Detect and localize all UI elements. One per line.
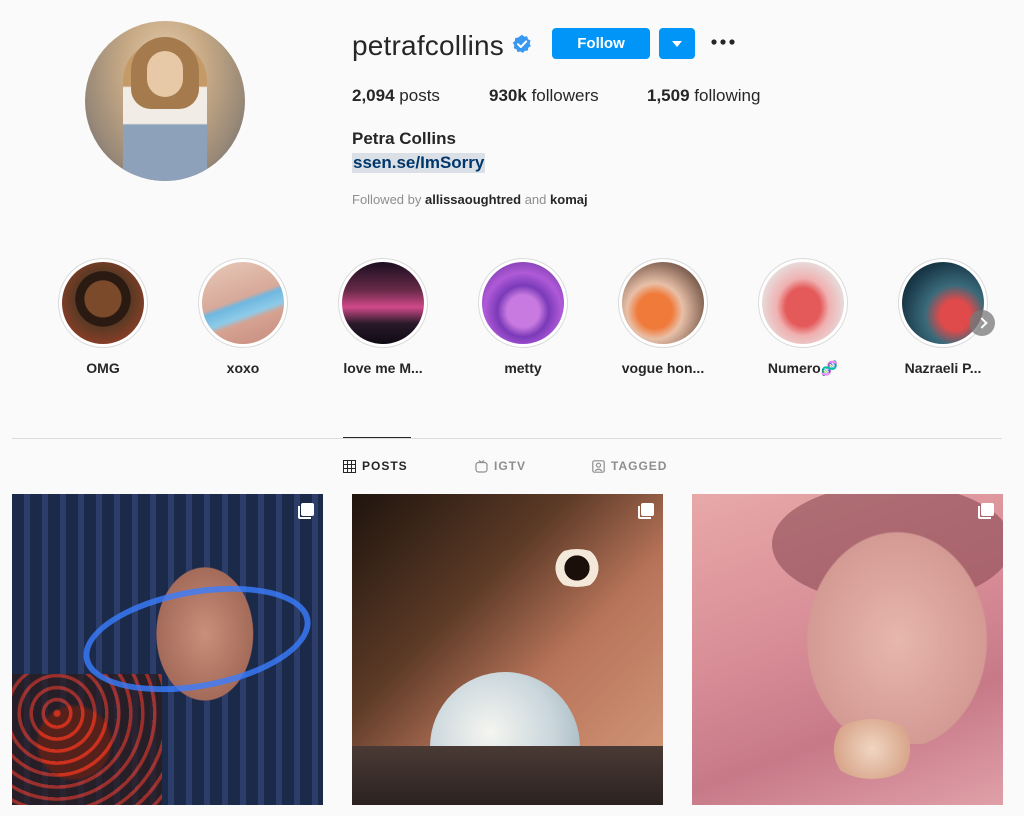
- highlight-cover: [482, 262, 564, 344]
- highlight-love-me[interactable]: love me M...: [323, 258, 443, 376]
- followers-count: 930k: [489, 86, 527, 105]
- highlight-label: metty: [504, 360, 542, 376]
- tab-igtv[interactable]: IGTV: [475, 459, 526, 473]
- following-stat[interactable]: 1,509 following: [647, 86, 760, 106]
- highlight-ring: [198, 258, 288, 348]
- profile-full-name: Petra Collins: [352, 129, 456, 148]
- story-highlights: OMG xoxo love me M... metty vogue hon...…: [0, 258, 1024, 388]
- tab-posts-label: POSTS: [362, 459, 408, 473]
- highlight-cover: [202, 262, 284, 344]
- follow-button[interactable]: Follow: [552, 28, 650, 59]
- highlight-metty[interactable]: metty: [463, 258, 583, 376]
- followers-stat[interactable]: 930k followers: [489, 86, 599, 106]
- tab-tagged[interactable]: TAGGED: [592, 459, 667, 473]
- tab-posts[interactable]: POSTS: [343, 459, 408, 473]
- highlight-cover: [622, 262, 704, 344]
- igtv-icon: [475, 459, 488, 473]
- followed-by-user-2[interactable]: komaj: [550, 192, 588, 207]
- highlight-label: vogue hon...: [621, 360, 705, 376]
- highlight-xoxo[interactable]: xoxo: [183, 258, 303, 376]
- highlight-ring: [58, 258, 148, 348]
- tab-tagged-label: TAGGED: [611, 459, 668, 473]
- post-image-detail: [792, 514, 1002, 744]
- verified-badge-icon: [512, 34, 531, 53]
- highlight-cover: [762, 262, 844, 344]
- bio-link[interactable]: ssen.se/ImSorry: [352, 153, 486, 173]
- tab-igtv-label: IGTV: [494, 459, 527, 473]
- post-image-detail: [352, 746, 663, 805]
- highlight-label: Numero🧬: [767, 360, 839, 376]
- highlights-next-arrow-icon[interactable]: [969, 310, 995, 336]
- following-count: 1,509: [647, 86, 690, 105]
- highlight-ring: [758, 258, 848, 348]
- post-image-detail: [827, 719, 917, 779]
- carousel-icon: [298, 503, 314, 519]
- highlight-omg[interactable]: OMG: [43, 258, 163, 376]
- post-image-detail: [547, 549, 607, 587]
- followed-by-prefix: Followed by: [352, 192, 422, 207]
- posts-count: 2,094: [352, 86, 395, 105]
- tagged-icon: [592, 459, 605, 473]
- suggested-accounts-dropdown-button[interactable]: [659, 28, 695, 59]
- avatar-face: [147, 51, 183, 97]
- highlight-ring: [898, 258, 988, 348]
- highlight-cover: [342, 262, 424, 344]
- carousel-icon: [638, 503, 654, 519]
- post-tile[interactable]: [352, 494, 663, 805]
- posts-label: posts: [399, 86, 440, 105]
- more-options-icon[interactable]: [710, 36, 736, 48]
- highlight-label: OMG: [86, 360, 120, 376]
- followed-by-user-1[interactable]: allissaoughtred: [425, 192, 521, 207]
- posts-stat: 2,094 posts: [352, 86, 440, 106]
- post-tile[interactable]: [692, 494, 1003, 805]
- tabs-divider: [12, 438, 1002, 439]
- highlight-cover: [62, 262, 144, 344]
- carousel-icon: [978, 503, 994, 519]
- profile-username: petrafcollins: [352, 30, 505, 61]
- followed-by-and: and: [524, 192, 547, 207]
- followed-by-text: Followed by allissaoughtred and komaj: [352, 192, 588, 207]
- highlight-label: xoxo: [226, 360, 260, 376]
- following-label: following: [694, 86, 761, 105]
- highlight-label: love me M...: [343, 360, 423, 376]
- highlight-ring: [478, 258, 568, 348]
- grid-icon: [343, 459, 356, 473]
- active-tab-indicator: [343, 437, 411, 438]
- highlight-label: Nazraeli P...: [904, 360, 982, 376]
- followers-label: followers: [531, 86, 599, 105]
- post-image-detail: [12, 674, 162, 805]
- highlight-ring: [618, 258, 708, 348]
- chevron-down-icon: [672, 41, 682, 47]
- highlight-ring: [338, 258, 428, 348]
- post-tile[interactable]: [12, 494, 323, 805]
- profile-avatar[interactable]: [85, 21, 245, 181]
- highlight-vogue[interactable]: vogue hon...: [603, 258, 723, 376]
- highlight-numero[interactable]: Numero🧬: [743, 258, 863, 377]
